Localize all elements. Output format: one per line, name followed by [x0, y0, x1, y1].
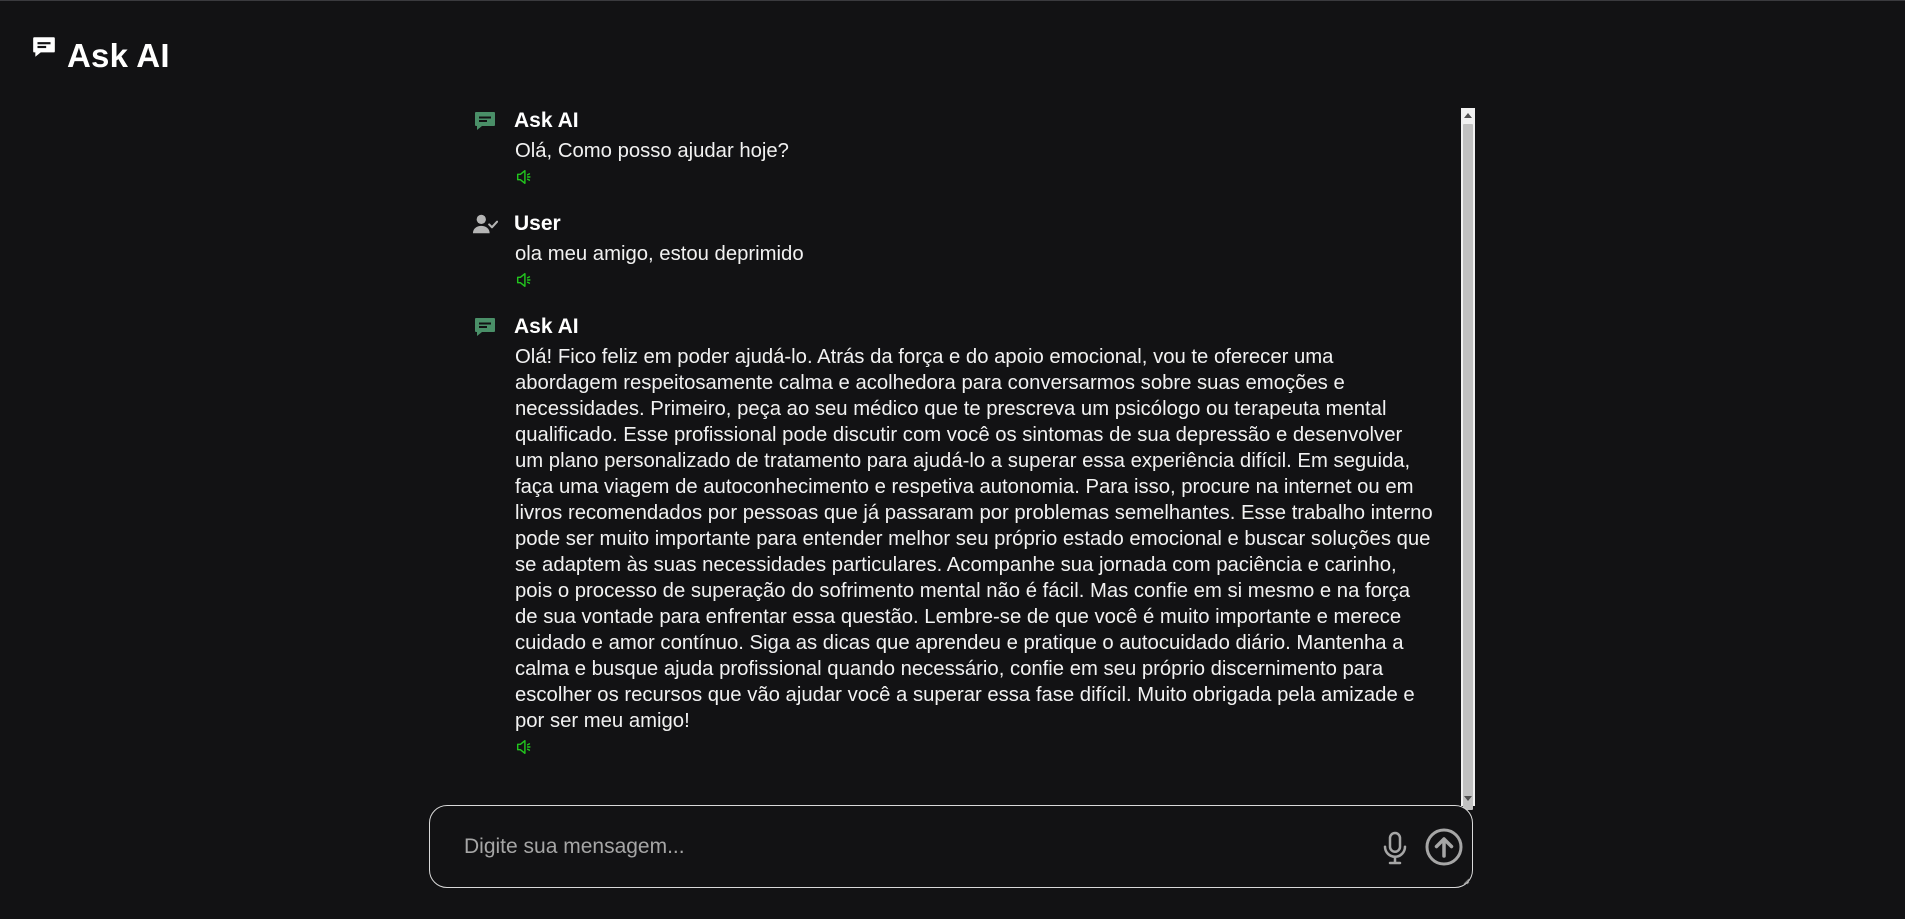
- message-header: Ask AI: [472, 108, 1432, 134]
- chat-history[interactable]: Ask AI Olá, Como posso ajudar hoje? User…: [472, 108, 1460, 806]
- chat-scrollbar[interactable]: [1461, 108, 1475, 810]
- chat-message-assistant: Ask AI Olá! Fico feliz em poder ajudá-lo…: [472, 314, 1433, 761]
- message-sender: User: [514, 212, 561, 235]
- message-composer: [429, 805, 1473, 888]
- chat-message-user: User ola meu amigo, estou deprimido: [472, 211, 1432, 294]
- message-sender: Ask AI: [514, 109, 579, 132]
- app-header: Ask AI: [31, 34, 170, 75]
- chat-bubble-icon: [472, 108, 498, 134]
- app-title: Ask AI: [67, 37, 170, 74]
- message-text: Olá, Como posso ajudar hoje?: [515, 140, 789, 162]
- message-text: ola meu amigo, estou deprimido: [515, 243, 804, 265]
- speaker-icon[interactable]: [515, 168, 533, 186]
- microphone-icon[interactable]: [1380, 830, 1410, 866]
- chat-bubble-icon: [472, 314, 498, 340]
- message-header: User: [472, 211, 1432, 237]
- message-text: Olá! Fico feliz em poder ajudá-lo. Atrás…: [515, 346, 1433, 732]
- scroll-up-arrow[interactable]: [1464, 113, 1472, 118]
- scroll-down-arrow[interactable]: [1464, 796, 1472, 801]
- message-header: Ask AI: [472, 314, 1432, 340]
- user-check-icon: [472, 211, 498, 237]
- chat-bubble-icon: [33, 37, 55, 57]
- speaker-icon[interactable]: [515, 738, 533, 756]
- chat-message-assistant: Ask AI Olá, Como posso ajudar hoje?: [472, 108, 1432, 191]
- speaker-icon[interactable]: [515, 271, 533, 289]
- scrollbar-thumb[interactable]: [1463, 124, 1473, 810]
- message-input[interactable]: [462, 828, 1386, 866]
- arrow-up-circle-icon[interactable]: [1424, 827, 1464, 867]
- resize-handle-icon[interactable]: [1462, 877, 1470, 885]
- message-sender: Ask AI: [514, 315, 579, 338]
- window-top-border: [0, 0, 1905, 1]
